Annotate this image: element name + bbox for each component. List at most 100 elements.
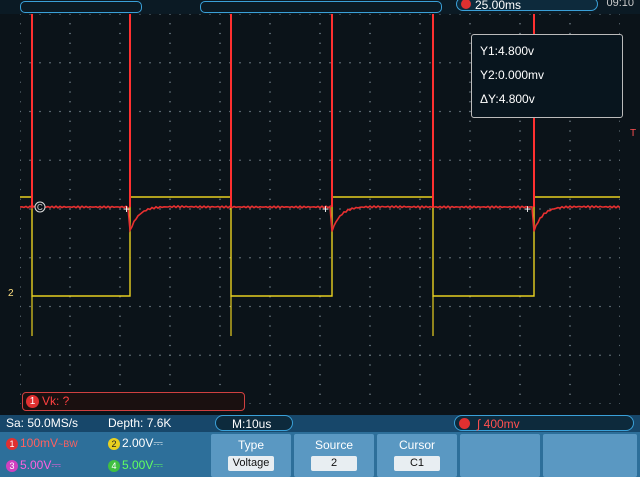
grid-dot <box>49 110 51 113</box>
grid-dot <box>259 305 261 308</box>
grid-dot <box>219 32 221 35</box>
grid-dot <box>569 374 571 376</box>
grid-dot <box>519 305 521 308</box>
softkey-type[interactable]: Type Voltage <box>211 434 291 477</box>
softkey-empty-4[interactable] <box>460 434 540 477</box>
softkey-cursor[interactable]: Cursor C1 <box>377 434 457 477</box>
grid-dot <box>279 14 281 15</box>
grid-dot <box>269 403 271 404</box>
grid-dot <box>619 159 620 161</box>
trigger-level-marker[interactable]: T <box>630 128 636 139</box>
grid-dot <box>219 325 221 327</box>
grid-dot <box>469 344 471 347</box>
grid-dot <box>139 110 141 113</box>
grid-dot <box>319 101 321 103</box>
grid-dot <box>189 354 191 356</box>
grid-dot <box>269 130 271 132</box>
grid-dot <box>69 335 71 337</box>
grid-dot <box>469 218 471 220</box>
grid-dot <box>239 110 241 113</box>
ch2-setting[interactable]: 2 2.00V⎓ <box>108 436 163 450</box>
grid-dot <box>419 276 421 278</box>
grid-dot <box>169 208 171 210</box>
grid-dot <box>169 120 171 122</box>
grid-dot <box>119 286 121 288</box>
grid-dot <box>499 159 501 161</box>
grid-dot <box>369 237 371 239</box>
grid-dot <box>69 286 71 288</box>
grid-dot <box>539 354 541 356</box>
timebase-pill[interactable]: 25.00ms <box>456 0 598 12</box>
trigger-mode-pill[interactable] <box>20 1 142 13</box>
grid-dot <box>519 14 521 15</box>
grid-dot <box>439 208 441 210</box>
grid-dot <box>569 305 571 308</box>
grid-dot <box>419 91 421 93</box>
grid-dot <box>619 335 620 337</box>
grid-dot <box>169 42 171 44</box>
grid-dot <box>429 403 431 404</box>
grid-dot <box>619 374 620 376</box>
grid-dot <box>419 23 421 25</box>
grid-dot <box>159 159 161 161</box>
grid-dot <box>159 305 161 308</box>
grid-dot <box>519 169 521 171</box>
grid-dot <box>359 110 361 113</box>
grid-dot <box>579 354 581 356</box>
grid-dot <box>69 383 71 386</box>
ch2-level-marker[interactable]: 2 <box>8 288 14 299</box>
grid-dot <box>489 403 491 404</box>
grid-dot <box>69 32 71 35</box>
ch3-setting[interactable]: 3 5.00V⎓ <box>6 458 61 472</box>
grid-dot <box>469 276 471 278</box>
memory-position-bar[interactable] <box>200 1 442 13</box>
grid-dot <box>29 62 31 64</box>
grid-dot <box>20 52 21 54</box>
grid-dot <box>219 71 221 74</box>
grid-dot <box>69 169 71 171</box>
trigger-pill[interactable]: ∫ 400mv <box>454 415 634 431</box>
grid-dot <box>259 14 261 15</box>
grid-dot <box>69 110 71 113</box>
grid-dot <box>79 14 81 15</box>
math-expression-bar[interactable]: 1 Vk: ? <box>22 392 245 411</box>
grid-dot <box>619 23 620 25</box>
grid-dot <box>389 257 391 259</box>
softkey-source[interactable]: Source 2 <box>294 434 374 477</box>
grid-dot <box>419 383 421 386</box>
grid-dot <box>269 14 271 15</box>
grid-dot <box>129 354 131 356</box>
grid-dot <box>419 325 421 327</box>
grid-dot <box>49 208 51 210</box>
grid-dot <box>599 403 601 404</box>
grid-dot <box>319 159 321 161</box>
grid-dot <box>289 208 291 210</box>
grid-dot <box>169 130 171 132</box>
grid-dot <box>269 42 271 44</box>
grid-dot <box>309 62 311 64</box>
grid-dot <box>419 315 421 317</box>
grid-dot <box>149 159 151 161</box>
grid-dot <box>79 110 81 113</box>
grid-dot <box>169 286 171 288</box>
grid-dot <box>69 257 71 259</box>
grid-dot <box>20 393 21 395</box>
softkey-empty-5[interactable] <box>543 434 637 477</box>
grid-dot <box>239 354 241 356</box>
grid-dot <box>69 198 71 200</box>
grid-dot <box>459 403 461 404</box>
grid-dot <box>569 140 571 142</box>
grid-dot <box>389 62 391 64</box>
ch1-setting[interactable]: 1 100mV~BW <box>6 436 78 451</box>
ch4-setting[interactable]: 4 5.00V⎓ <box>108 458 163 472</box>
grid-dot <box>369 305 371 308</box>
grid-dot <box>20 403 21 404</box>
grid-dot <box>529 159 531 161</box>
grid-dot <box>319 42 321 44</box>
grid-dot <box>299 110 301 113</box>
grid-dot <box>269 110 271 113</box>
grid-dot <box>269 101 271 103</box>
horizontal-scale-pill[interactable]: M:10us <box>215 415 293 431</box>
grid-dot <box>29 208 31 210</box>
grid-dot <box>369 374 371 376</box>
